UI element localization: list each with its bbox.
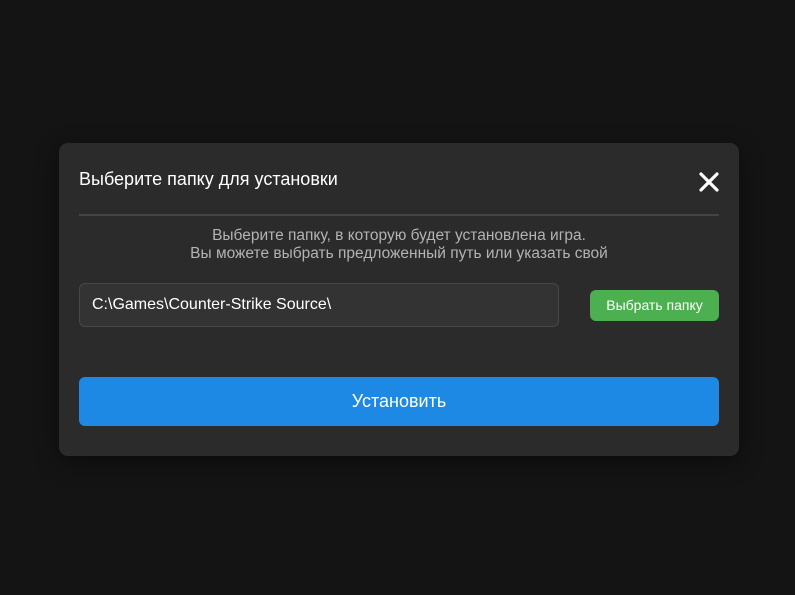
install-folder-dialog: Выберите папку для установки Выберите па… xyxy=(59,143,739,456)
browse-folder-button[interactable]: Выбрать папку xyxy=(590,290,719,321)
install-path-input[interactable] xyxy=(79,283,559,327)
description-line-2: Вы можете выбрать предложенный путь или … xyxy=(190,245,608,262)
close-icon xyxy=(699,172,719,192)
header-divider xyxy=(79,214,719,216)
dialog-title: Выберите папку для установки xyxy=(79,169,338,189)
dialog-description: Выберите папку, в которую будет установл… xyxy=(79,227,719,263)
page-background: { "dialog": { "title": "Выберите папку д… xyxy=(0,0,795,595)
install-button[interactable]: Установить xyxy=(79,377,719,426)
close-button[interactable] xyxy=(697,170,721,194)
description-line-1: Выберите папку, в которую будет установл… xyxy=(212,227,586,244)
